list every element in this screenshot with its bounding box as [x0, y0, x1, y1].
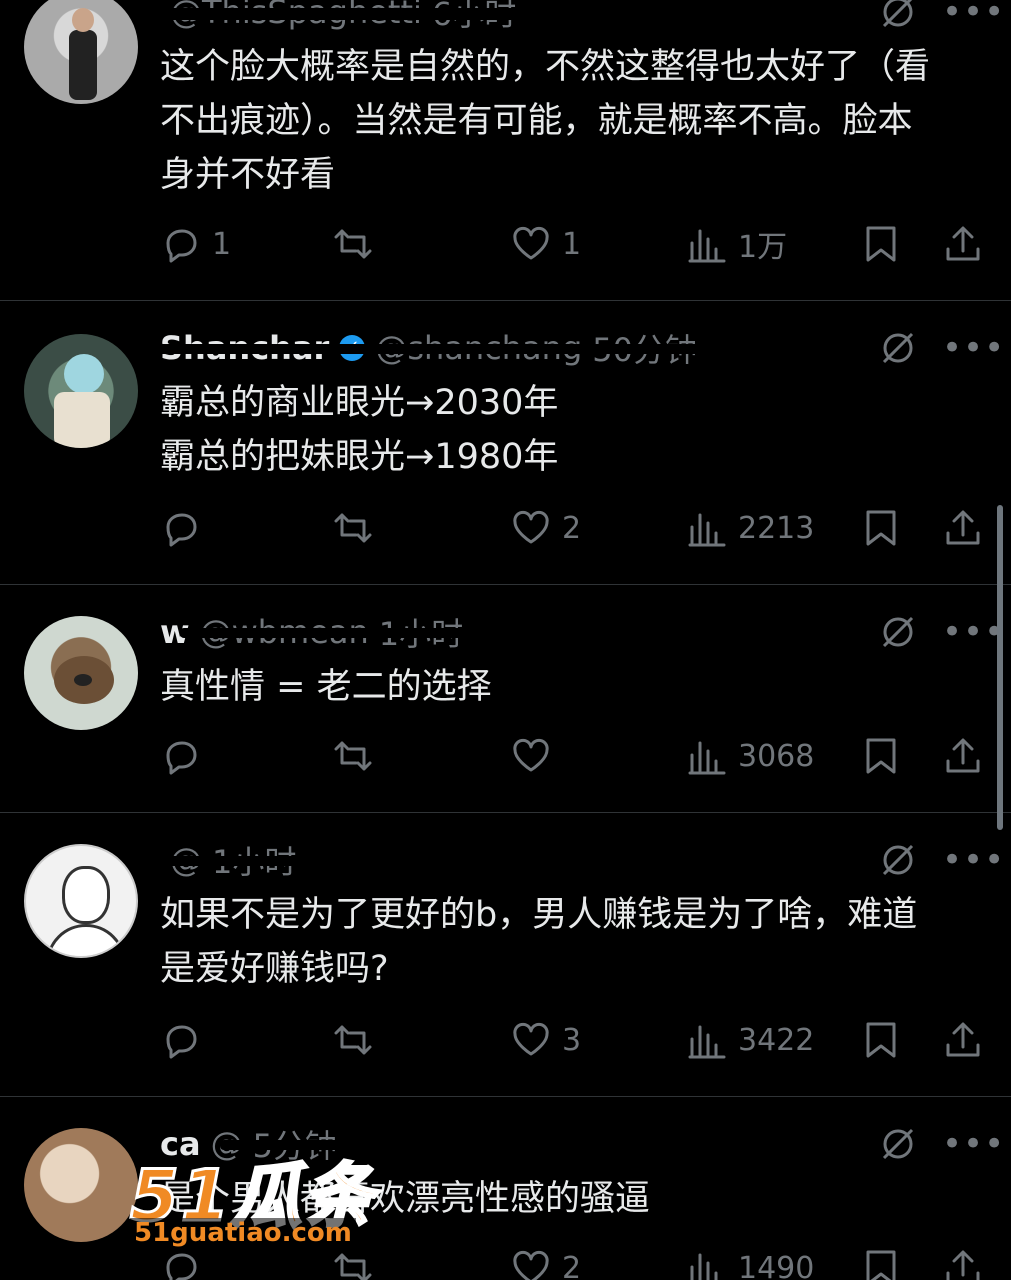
reply-text: 如果不是为了更好的b，男人赚钱是为了啥，难道是爱好赚钱吗?: [160, 895, 918, 989]
share-icon: [946, 738, 980, 773]
share-icon: [946, 1022, 980, 1057]
share-button[interactable]: [942, 726, 984, 786]
watermark: 51瓜条 51guatiao.com: [128, 1140, 460, 1250]
bookmark-button[interactable]: [860, 726, 902, 786]
views-count: 3068: [738, 738, 815, 774]
share-button[interactable]: [942, 498, 984, 558]
like-count: 2: [562, 1250, 582, 1280]
like-button[interactable]: 2: [510, 498, 581, 558]
avatar[interactable]: [24, 1128, 138, 1242]
reply-button[interactable]: [160, 1010, 212, 1070]
repost-icon: [334, 1025, 372, 1055]
like-icon: [513, 226, 549, 260]
bookmark-button[interactable]: [860, 1238, 902, 1280]
views-icon: [688, 741, 726, 775]
bookmark-icon: [866, 738, 896, 774]
watermark-url: 51guatiao.com: [130, 1218, 356, 1248]
action-bar: 3068: [0, 726, 1011, 786]
like-button[interactable]: 2: [510, 1238, 581, 1280]
share-button[interactable]: [942, 1010, 984, 1070]
repost-button[interactable]: [332, 498, 384, 558]
repost-button[interactable]: [332, 726, 384, 786]
reply-icon: [166, 229, 197, 263]
share-button[interactable]: [942, 1238, 984, 1280]
like-button[interactable]: [510, 726, 562, 786]
reply-icon: [166, 1253, 197, 1280]
reply-button[interactable]: [160, 498, 212, 558]
like-button[interactable]: 3: [510, 1010, 581, 1070]
bookmark-button[interactable]: [860, 498, 902, 558]
views-button[interactable]: 1万: [686, 214, 787, 274]
share-icon: [946, 1250, 980, 1280]
grok-icon[interactable]: [878, 0, 918, 32]
grok-icon[interactable]: [878, 840, 918, 880]
repost-icon: [334, 229, 372, 259]
like-icon: [513, 1250, 549, 1280]
reply-button[interactable]: [160, 726, 212, 786]
repost-button[interactable]: [332, 1010, 384, 1070]
views-icon: [688, 513, 726, 547]
grok-icon[interactable]: [878, 1124, 918, 1164]
like-count: 3: [562, 1022, 582, 1058]
more-icon[interactable]: •••: [942, 328, 1004, 368]
bookmark-button[interactable]: [860, 214, 902, 274]
grok-icon[interactable]: [878, 328, 918, 368]
views-count: 2213: [738, 510, 815, 546]
reply-icon: [166, 741, 197, 775]
reply-button[interactable]: 1: [160, 214, 231, 274]
like-count: 2: [562, 510, 582, 546]
more-icon[interactable]: •••: [942, 840, 1004, 880]
more-icon[interactable]: •••: [942, 1124, 1004, 1164]
avatar[interactable]: [24, 616, 138, 730]
avatar[interactable]: [24, 334, 138, 448]
views-button[interactable]: 2213: [686, 498, 814, 558]
repost-icon: [334, 513, 372, 543]
repost-icon: [334, 1253, 372, 1280]
bookmark-icon: [866, 226, 896, 262]
views-count: 3422: [738, 1022, 815, 1058]
views-icon: [690, 1253, 718, 1280]
views-count: 1万: [738, 230, 788, 265]
reply-text: 这个脸大概率是自然的，不然这整得也太好了（看不出痕迹）。当然是有可能，就是概率不…: [160, 47, 931, 195]
bookmark-icon: [866, 1250, 896, 1280]
action-bar: 2 2213: [0, 498, 1011, 558]
views-button[interactable]: 3422: [686, 1010, 814, 1070]
avatar[interactable]: [24, 0, 138, 104]
more-icon[interactable]: •••: [942, 612, 1004, 652]
views-button[interactable]: 1490: [686, 1238, 814, 1280]
bookmark-icon: [866, 510, 896, 546]
views-button[interactable]: 3068: [686, 726, 814, 786]
grok-icon[interactable]: [878, 612, 918, 652]
views-icon: [688, 229, 726, 263]
views-count: 1490: [738, 1250, 815, 1280]
like-icon: [513, 510, 549, 544]
reply-icon: [166, 1025, 197, 1059]
repost-icon: [334, 741, 372, 771]
reply-count: 1: [212, 226, 232, 262]
scrollbar[interactable]: [997, 505, 1003, 830]
action-bar: 1 1 1万: [0, 214, 1011, 274]
share-button[interactable]: [942, 214, 984, 274]
reply-text: 真性情 = 老二的选择: [160, 667, 492, 707]
views-icon: [688, 1025, 726, 1059]
more-icon[interactable]: •••: [942, 0, 1004, 32]
avatar[interactable]: [24, 844, 138, 958]
reply-feed: @ThisSpaghetti 6小时 ••• 这个脸大概率是自然的，不然这整得也…: [0, 0, 1011, 1280]
like-button[interactable]: 1: [510, 214, 581, 274]
reply-text: 霸总的商业眼光→2030年 霸总的把妹眼光→1980年: [160, 383, 559, 477]
repost-button[interactable]: [332, 214, 384, 274]
share-icon: [946, 226, 980, 261]
like-icon: [513, 1022, 549, 1056]
bookmark-icon: [866, 1022, 896, 1058]
bookmark-button[interactable]: [860, 1010, 902, 1070]
reply-icon: [166, 513, 197, 547]
like-count: 1: [562, 226, 582, 262]
share-icon: [946, 510, 980, 545]
action-bar: 3 3422: [0, 1010, 1011, 1070]
like-icon: [513, 738, 549, 772]
